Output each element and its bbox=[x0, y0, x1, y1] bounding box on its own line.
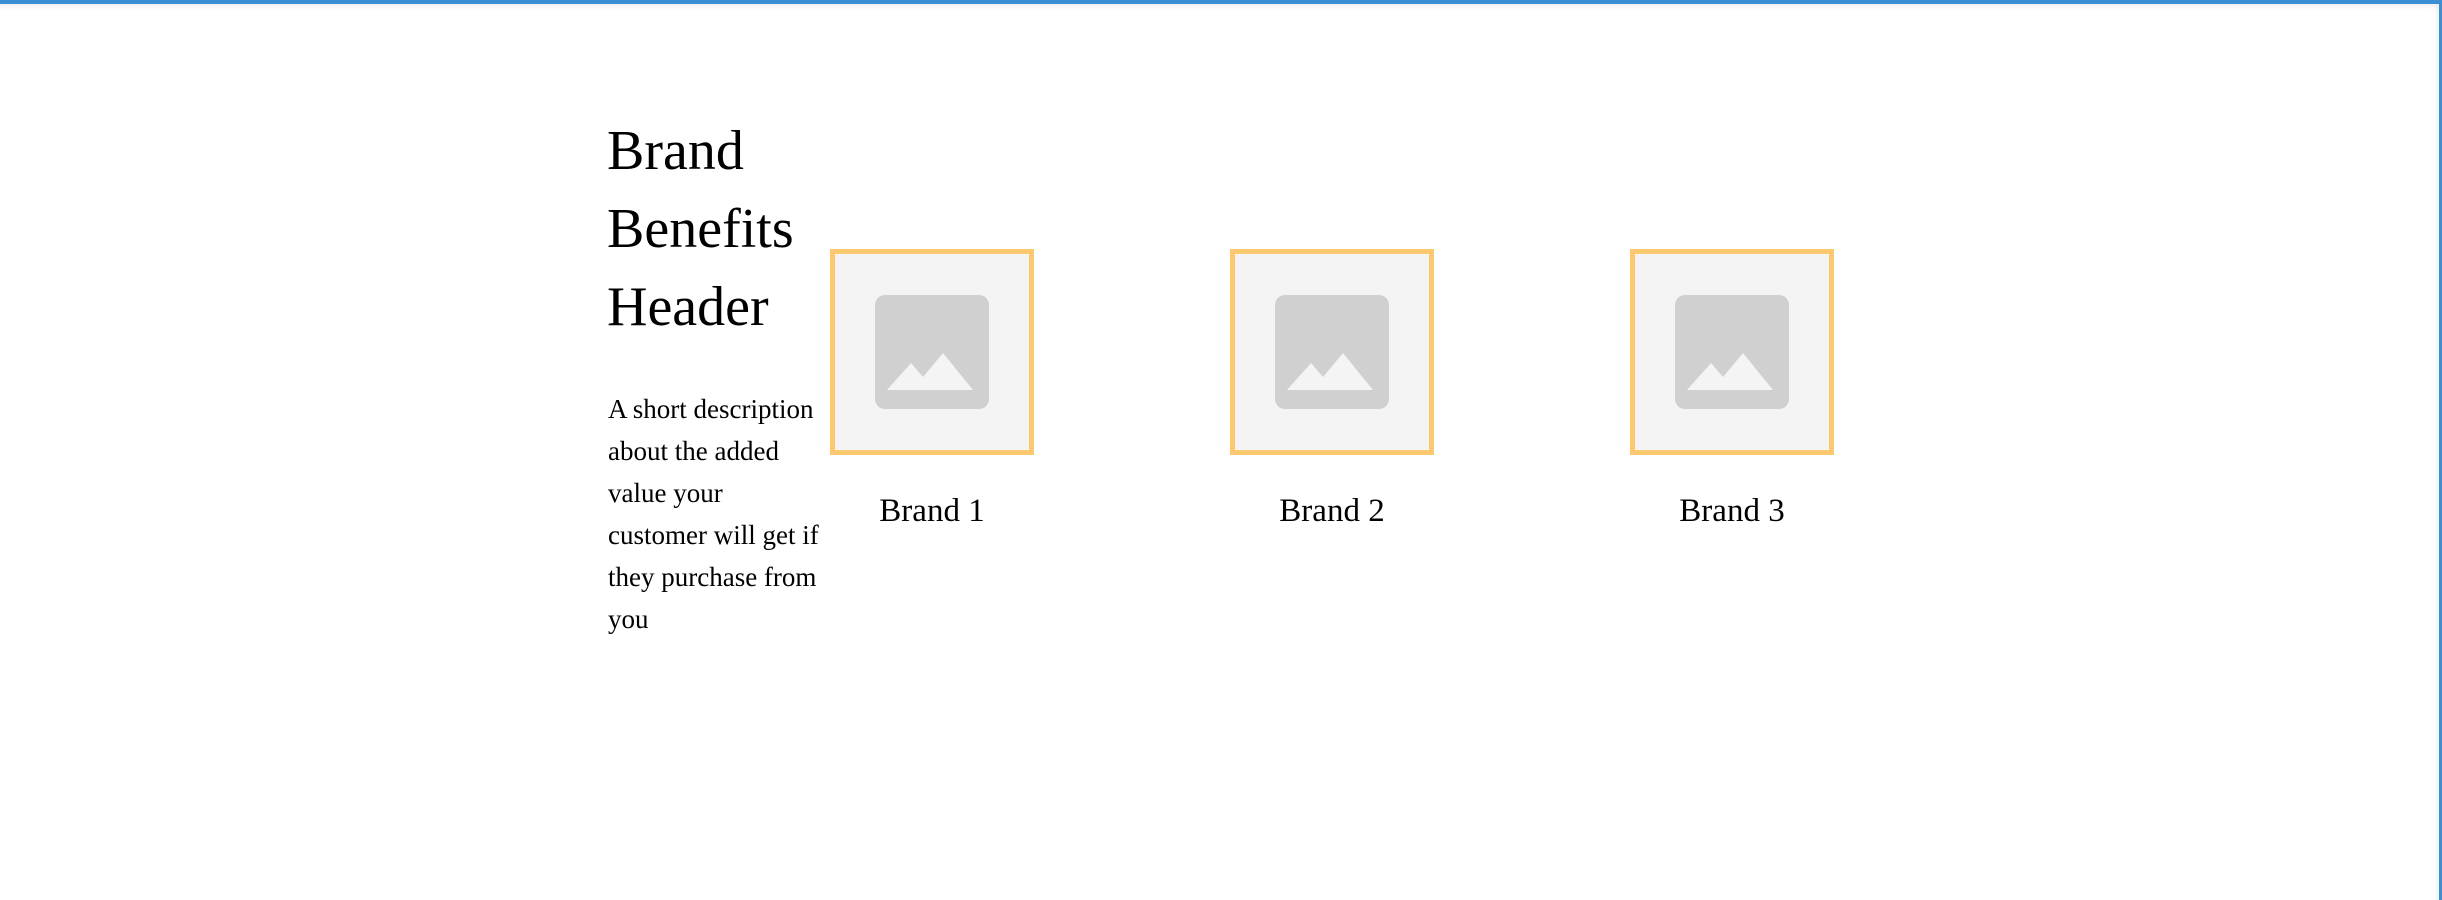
image-placeholder-icon bbox=[1275, 295, 1389, 409]
brand-image[interactable] bbox=[1630, 249, 1834, 455]
image-placeholder-icon bbox=[875, 295, 989, 409]
section-header: Brand Benefits Header bbox=[607, 120, 794, 338]
brand-image[interactable] bbox=[830, 249, 1034, 455]
brand-image[interactable] bbox=[1230, 249, 1434, 455]
brand-label: Brand 1 bbox=[879, 493, 985, 529]
brand-card-1[interactable]: Brand 1 bbox=[830, 249, 1034, 531]
brand-label: Brand 3 bbox=[1679, 493, 1785, 529]
brand-card-3[interactable]: Brand 3 bbox=[1630, 249, 1834, 531]
image-placeholder-icon bbox=[1675, 295, 1789, 409]
window-frame-top bbox=[0, 0, 2442, 4]
brand-label: Brand 2 bbox=[1279, 493, 1385, 529]
brand-card-2[interactable]: Brand 2 bbox=[1230, 249, 1434, 531]
section-description: A short description about the added valu… bbox=[608, 394, 819, 634]
frame-shadow bbox=[0, 4, 2439, 900]
